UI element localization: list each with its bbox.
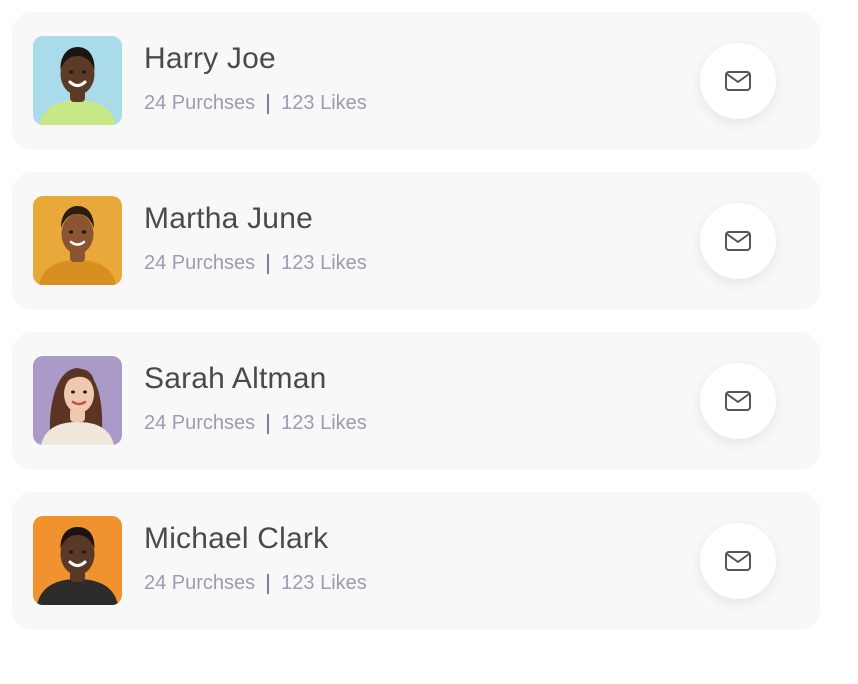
person-avatar-icon xyxy=(33,356,122,445)
purchases-count: 24 Purchses xyxy=(144,412,256,434)
contact-stats: 24 Purchses 123 Likes xyxy=(144,92,367,115)
person-avatar-icon xyxy=(33,516,122,605)
stats-divider xyxy=(267,573,270,594)
stats-divider xyxy=(267,413,270,434)
mail-icon xyxy=(725,71,751,91)
mail-icon xyxy=(725,551,751,571)
contact-card[interactable]: Harry Joe 24 Purchses 123 Likes xyxy=(12,12,820,150)
message-button[interactable] xyxy=(700,363,776,439)
likes-count: 123 Likes xyxy=(281,572,367,594)
avatar xyxy=(33,196,122,285)
contact-stats: 24 Purchses 123 Likes xyxy=(144,572,367,595)
purchases-count: 24 Purchses xyxy=(144,92,256,114)
person-avatar-icon xyxy=(33,36,122,125)
purchases-count: 24 Purchses xyxy=(144,572,256,594)
stats-divider xyxy=(267,93,270,114)
mail-icon xyxy=(725,391,751,411)
contact-name: Martha June xyxy=(144,202,313,235)
contact-card[interactable]: Michael Clark 24 Purchses 123 Likes xyxy=(12,492,820,630)
mail-icon xyxy=(725,231,751,251)
avatar xyxy=(33,516,122,605)
stats-divider xyxy=(267,253,270,274)
contact-list: Harry Joe 24 Purchses 123 Likes Martha J… xyxy=(12,12,820,652)
likes-count: 123 Likes xyxy=(281,252,367,274)
purchases-count: 24 Purchses xyxy=(144,252,256,274)
message-button[interactable] xyxy=(700,203,776,279)
contact-name: Sarah Altman xyxy=(144,362,327,395)
contact-name: Michael Clark xyxy=(144,522,329,555)
likes-count: 123 Likes xyxy=(281,412,367,434)
contact-card[interactable]: Sarah Altman 24 Purchses 123 Likes xyxy=(12,332,820,470)
avatar xyxy=(33,356,122,445)
contact-card[interactable]: Martha June 24 Purchses 123 Likes xyxy=(12,172,820,310)
contact-name: Harry Joe xyxy=(144,42,276,75)
likes-count: 123 Likes xyxy=(281,92,367,114)
contact-stats: 24 Purchses 123 Likes xyxy=(144,252,367,275)
message-button[interactable] xyxy=(700,523,776,599)
avatar xyxy=(33,36,122,125)
contact-stats: 24 Purchses 123 Likes xyxy=(144,412,367,435)
message-button[interactable] xyxy=(700,43,776,119)
person-avatar-icon xyxy=(33,196,122,285)
